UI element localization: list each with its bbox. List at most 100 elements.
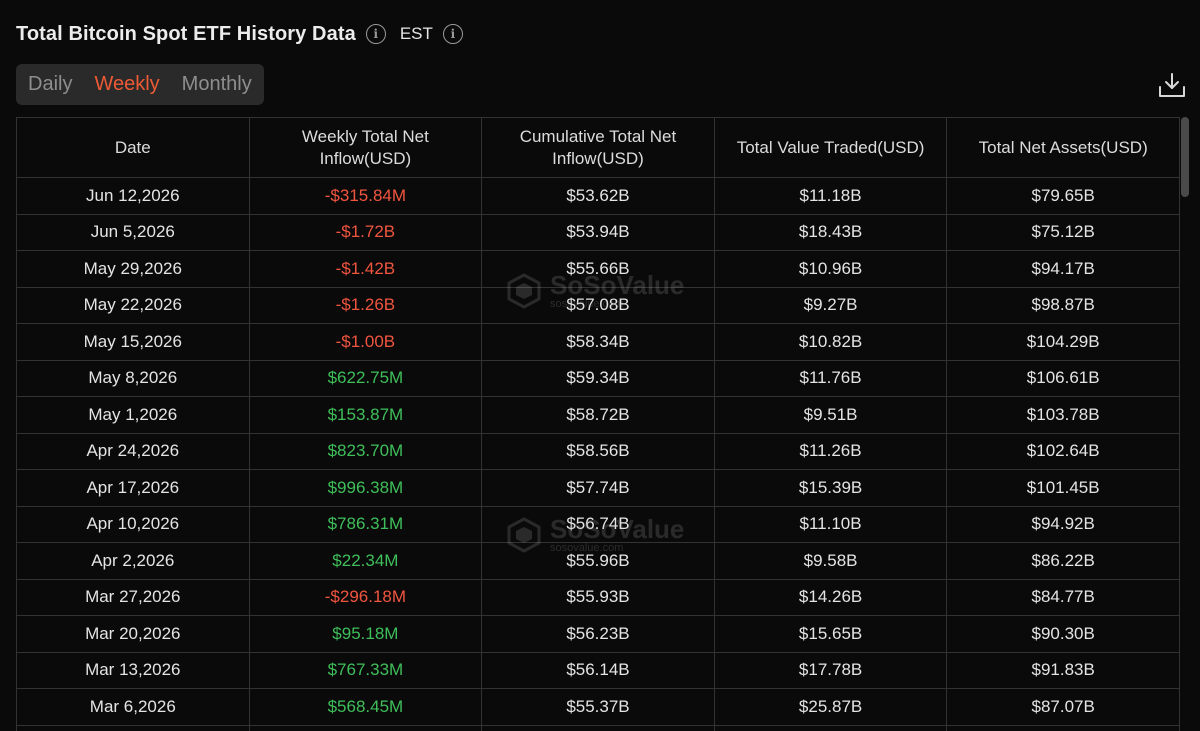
cell-value-traded: $9.51B	[713, 396, 948, 434]
cell-value-traded: $14.26B	[713, 578, 948, 616]
cell-cumulative-inflow: $56.74B	[481, 505, 715, 543]
cell-weekly-inflow	[248, 724, 483, 731]
timezone-label: EST	[399, 24, 433, 43]
cell-date: Apr 17,2026	[16, 469, 250, 507]
cell-value-traded	[713, 724, 948, 731]
table-row[interactable]: Mar 20,2026 $95.18M $56.23B $15.65B $90.30B	[16, 615, 1180, 653]
column-header-date[interactable]: Date	[16, 117, 250, 178]
cell-weekly-inflow: -$1.26B	[248, 286, 483, 324]
cell-date: Mar 13,2026	[16, 651, 250, 689]
cell-cumulative-inflow: $55.66B	[481, 250, 715, 288]
cell-weekly-inflow: $767.33M	[248, 651, 483, 689]
tab-weekly[interactable]: Weekly	[94, 73, 159, 96]
cell-cumulative-inflow: $58.34B	[481, 323, 715, 361]
table-row[interactable]: Mar 13,2026 $767.33M $56.14B $17.78B $91.83B	[16, 651, 1180, 689]
cell-weekly-inflow: -$1.42B	[248, 250, 483, 288]
cell-cumulative-inflow: $55.96B	[481, 542, 715, 580]
cell-net-assets: $87.07B	[946, 688, 1180, 726]
tab-daily[interactable]: Daily	[28, 73, 72, 96]
table-body: Jun 12,2026 -$315.84M $53.62B $11.18B $79.65…	[16, 177, 1180, 731]
cell-cumulative-inflow: $58.72B	[481, 396, 715, 434]
cell-cumulative-inflow: $53.62B	[481, 177, 715, 215]
timezone-info-icon[interactable]: i	[442, 24, 463, 44]
info-icon[interactable]: i	[365, 24, 386, 44]
table-row[interactable]: Apr 2,2026 $22.34M $55.96B $9.58B $86.22B	[16, 542, 1180, 580]
table-row[interactable]: Mar 6,2026 $568.45M $55.37B $25.87B $87.07B	[16, 688, 1180, 726]
cell-value-traded: $25.87B	[713, 688, 948, 726]
cell-value-traded: $11.10B	[713, 505, 948, 543]
table-row[interactable]: May 8,2026 $622.75M $59.34B $11.76B $106.61B	[16, 359, 1180, 397]
cell-date: Apr 10,2026	[16, 505, 250, 543]
cell-value-traded: $15.39B	[713, 469, 948, 507]
period-tabs: Daily Weekly Monthly	[16, 64, 264, 105]
cell-weekly-inflow: $22.34M	[248, 542, 483, 580]
cell-weekly-inflow: $996.38M	[248, 469, 483, 507]
cell-net-assets: $101.45B	[946, 469, 1180, 507]
cell-net-assets: $98.87B	[946, 286, 1180, 324]
cell-weekly-inflow: $568.45M	[248, 688, 483, 726]
cell-net-assets: $86.22B	[946, 542, 1180, 580]
table-header-row: Date Weekly Total Net Inflow(USD) Cumula…	[16, 117, 1180, 178]
cell-value-traded: $10.96B	[713, 250, 948, 288]
column-header-net-assets[interactable]: Total Net Assets(USD)	[946, 117, 1180, 178]
cell-net-assets: $79.65B	[946, 177, 1180, 215]
table-row[interactable]: Apr 17,2026 $996.38M $57.74B $15.39B $101.45…	[16, 469, 1180, 507]
cell-date: Jun 12,2026	[16, 177, 250, 215]
cell-weekly-inflow: -$315.84M	[248, 177, 483, 215]
cell-date: Mar 20,2026	[16, 615, 250, 653]
table-row[interactable]: Mar 27,2026 -$296.18M $55.93B $14.26B $84.77…	[16, 578, 1180, 616]
column-header-value-traded[interactable]: Total Value Traded(USD)	[713, 117, 948, 178]
cell-date: Apr 24,2026	[16, 432, 250, 470]
table-row[interactable]: Apr 24,2026 $823.70M $58.56B $11.26B $102.64…	[16, 432, 1180, 470]
tab-monthly[interactable]: Monthly	[182, 73, 252, 96]
cell-date: Mar 27,2026	[16, 578, 250, 616]
cell-value-traded: $15.65B	[713, 615, 948, 653]
column-header-weekly-inflow[interactable]: Weekly Total Net Inflow(USD)	[248, 117, 483, 178]
cell-value-traded: $11.26B	[713, 432, 948, 470]
cell-weekly-inflow: $823.70M	[248, 432, 483, 470]
cell-weekly-inflow: $95.18M	[248, 615, 483, 653]
cell-date: May 29,2026	[16, 250, 250, 288]
table-row[interactable]: May 15,2026 -$1.00B $58.34B $10.82B $104.29B	[16, 323, 1180, 361]
cell-net-assets: $104.29B	[946, 323, 1180, 361]
cell-date	[16, 724, 250, 731]
etf-history-table: Date Weekly Total Net Inflow(USD) Cumula…	[16, 117, 1180, 731]
table-row[interactable]: May 29,2026 -$1.42B $55.66B $10.96B $94.17B	[16, 250, 1180, 288]
etf-history-table-container[interactable]: Date Weekly Total Net Inflow(USD) Cumula…	[16, 117, 1180, 731]
cell-value-traded: $11.76B	[713, 359, 948, 397]
cell-cumulative-inflow	[481, 724, 715, 731]
cell-weekly-inflow: -$1.72B	[248, 213, 483, 251]
table-row[interactable]: Jun 5,2026 -$1.72B $53.94B $18.43B $75.12B	[16, 213, 1180, 251]
table-row[interactable]: May 1,2026 $153.87M $58.72B $9.51B $103.78B	[16, 396, 1180, 434]
cell-net-assets: $102.64B	[946, 432, 1180, 470]
download-icon[interactable]	[1157, 70, 1187, 100]
cell-cumulative-inflow: $58.56B	[481, 432, 715, 470]
cell-value-traded: $18.43B	[713, 213, 948, 251]
header: Total Bitcoin Spot ETF History Data i ES…	[16, 18, 463, 50]
table-row[interactable]	[16, 724, 1180, 731]
scrollbar-thumb[interactable]	[1181, 117, 1189, 197]
cell-net-assets: $94.92B	[946, 505, 1180, 543]
cell-net-assets: $84.77B	[946, 578, 1180, 616]
cell-weekly-inflow: $622.75M	[248, 359, 483, 397]
cell-cumulative-inflow: $55.37B	[481, 688, 715, 726]
cell-weekly-inflow: -$1.00B	[248, 323, 483, 361]
cell-date: May 8,2026	[16, 359, 250, 397]
cell-cumulative-inflow: $55.93B	[481, 578, 715, 616]
cell-cumulative-inflow: $57.74B	[481, 469, 715, 507]
cell-cumulative-inflow: $57.08B	[481, 286, 715, 324]
column-header-cumulative-inflow[interactable]: Cumulative Total Net Inflow(USD)	[481, 117, 715, 178]
cell-date: Jun 5,2026	[16, 213, 250, 251]
cell-net-assets: $90.30B	[946, 615, 1180, 653]
cell-cumulative-inflow: $56.14B	[481, 651, 715, 689]
cell-value-traded: $9.27B	[713, 286, 948, 324]
cell-weekly-inflow: -$296.18M	[248, 578, 483, 616]
table-row[interactable]: Jun 12,2026 -$315.84M $53.62B $11.18B $79.65…	[16, 177, 1180, 215]
cell-net-assets: $94.17B	[946, 250, 1180, 288]
table-row[interactable]: Apr 10,2026 $786.31M $56.74B $11.10B $94.92B	[16, 505, 1180, 543]
table-row[interactable]: May 22,2026 -$1.26B $57.08B $9.27B $98.87B	[16, 286, 1180, 324]
cell-weekly-inflow: $786.31M	[248, 505, 483, 543]
page-title: Total Bitcoin Spot ETF History Data	[16, 22, 356, 45]
cell-value-traded: $11.18B	[713, 177, 948, 215]
cell-net-assets: $91.83B	[946, 651, 1180, 689]
